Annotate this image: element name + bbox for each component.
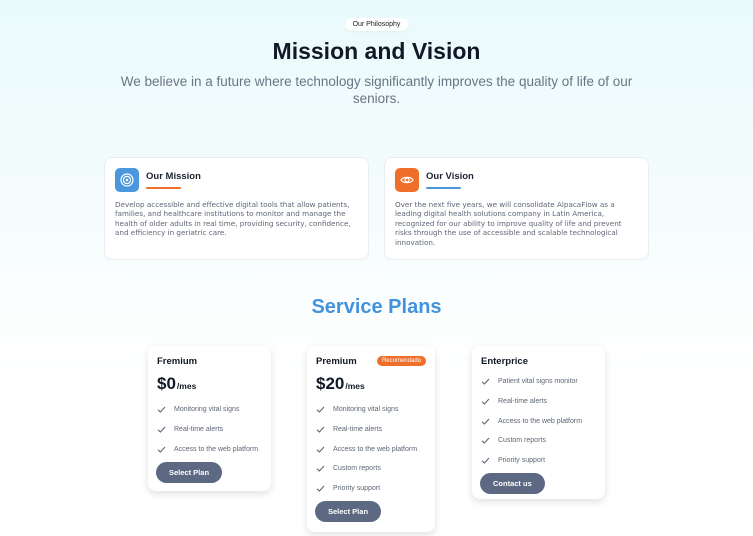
page-title: Mission and Vision — [272, 38, 481, 64]
check-icon — [481, 417, 490, 426]
service-plans-title: Service Plans — [311, 296, 442, 318]
mission-title: Our Mission — [146, 171, 201, 182]
feature-label: Monitoring vital signs — [174, 406, 240, 414]
select-plan-button[interactable]: Select Plan — [315, 501, 382, 523]
feature-label: Patient vital signs monitor — [498, 378, 578, 386]
mission-card: Our Mission Develop accessible and effec… — [104, 157, 369, 260]
feature-label: Real-time alerts — [174, 426, 224, 434]
feature-label: Access to the web platform — [333, 445, 418, 453]
feature-item: Real-time alerts — [481, 392, 596, 412]
plan-name: Fremium — [157, 355, 198, 367]
eye-icon — [395, 168, 419, 192]
feature-label: Real-time alerts — [333, 426, 383, 434]
feature-item: Real-time alerts — [157, 420, 262, 440]
check-icon — [481, 456, 490, 465]
feature-item: Priority support — [481, 451, 596, 471]
feature-item: Access to the web platform — [157, 439, 262, 459]
check-icon — [481, 436, 490, 445]
check-icon — [157, 445, 166, 454]
feature-list: Monitoring vital signs Real-time alerts … — [157, 400, 262, 459]
feature-item: Custom reports — [316, 459, 426, 479]
check-icon — [157, 405, 166, 414]
feature-item: Monitoring vital signs — [157, 400, 262, 420]
plan-card-enterprice: Enterprice Patient vital signs monitor R… — [472, 346, 605, 499]
feature-item: Priority support — [316, 479, 426, 499]
feature-item: Access to the web platform — [481, 411, 596, 431]
page-subtitle: We believe in a future where technology … — [120, 74, 633, 106]
feature-label: Access to the web platform — [174, 445, 259, 453]
target-icon — [115, 168, 139, 192]
vision-card: Our Vision Over the next five years, we … — [384, 157, 649, 260]
plan-price: $20 /mes — [316, 374, 426, 400]
contact-us-button[interactable]: Contact us — [480, 473, 545, 495]
plan-name: Enterprice — [481, 355, 528, 367]
vision-title: Our Vision — [426, 171, 474, 182]
feature-label: Monitoring vital signs — [333, 406, 399, 414]
plan-price: $0 /mes — [157, 374, 262, 400]
price-amount: $20 — [316, 374, 345, 393]
feature-label: Real-time alerts — [498, 398, 548, 406]
select-plan-button[interactable]: Select Plan — [156, 462, 223, 484]
recommended-badge: Recomendado — [376, 356, 426, 366]
price-unit: /mes — [176, 381, 197, 391]
feature-list: Monitoring vital signs Real-time alerts … — [316, 400, 426, 498]
price-unit: /mes — [345, 381, 365, 391]
check-icon — [157, 425, 166, 434]
check-icon — [316, 405, 325, 414]
feature-label: Priority support — [498, 457, 546, 465]
feature-label: Custom reports — [333, 465, 381, 473]
check-icon — [316, 445, 325, 454]
check-icon — [481, 397, 490, 406]
philosophy-badge: Our Philosophy — [344, 18, 409, 31]
feature-item: Real-time alerts — [316, 420, 426, 440]
price-amount: $0 — [157, 374, 176, 393]
feature-item: Custom reports — [481, 431, 596, 451]
vision-title-underline — [426, 187, 461, 189]
check-icon — [316, 425, 325, 434]
vision-text: Over the next five years, we will consol… — [395, 200, 622, 247]
feature-label: Custom reports — [498, 437, 546, 445]
feature-label: Priority support — [333, 485, 381, 493]
plan-card-fremium: Fremium $0 /mes Monitoring vital signs R… — [148, 346, 271, 491]
feature-list: Patient vital signs monitor Real-time al… — [481, 372, 596, 470]
plan-name: Premium — [316, 355, 357, 367]
feature-label: Access to the web platform — [498, 417, 583, 425]
check-icon — [316, 484, 325, 493]
feature-item: Access to the web platform — [316, 439, 426, 459]
check-icon — [481, 377, 490, 386]
mission-text: Develop accessible and effective digital… — [115, 200, 351, 238]
feature-item: Monitoring vital signs — [316, 400, 426, 420]
plan-card-premium: Premium Recomendado $20 /mes Monitoring … — [307, 346, 435, 532]
mission-title-underline — [146, 187, 181, 189]
feature-item: Patient vital signs monitor — [481, 372, 596, 392]
check-icon — [316, 464, 325, 473]
